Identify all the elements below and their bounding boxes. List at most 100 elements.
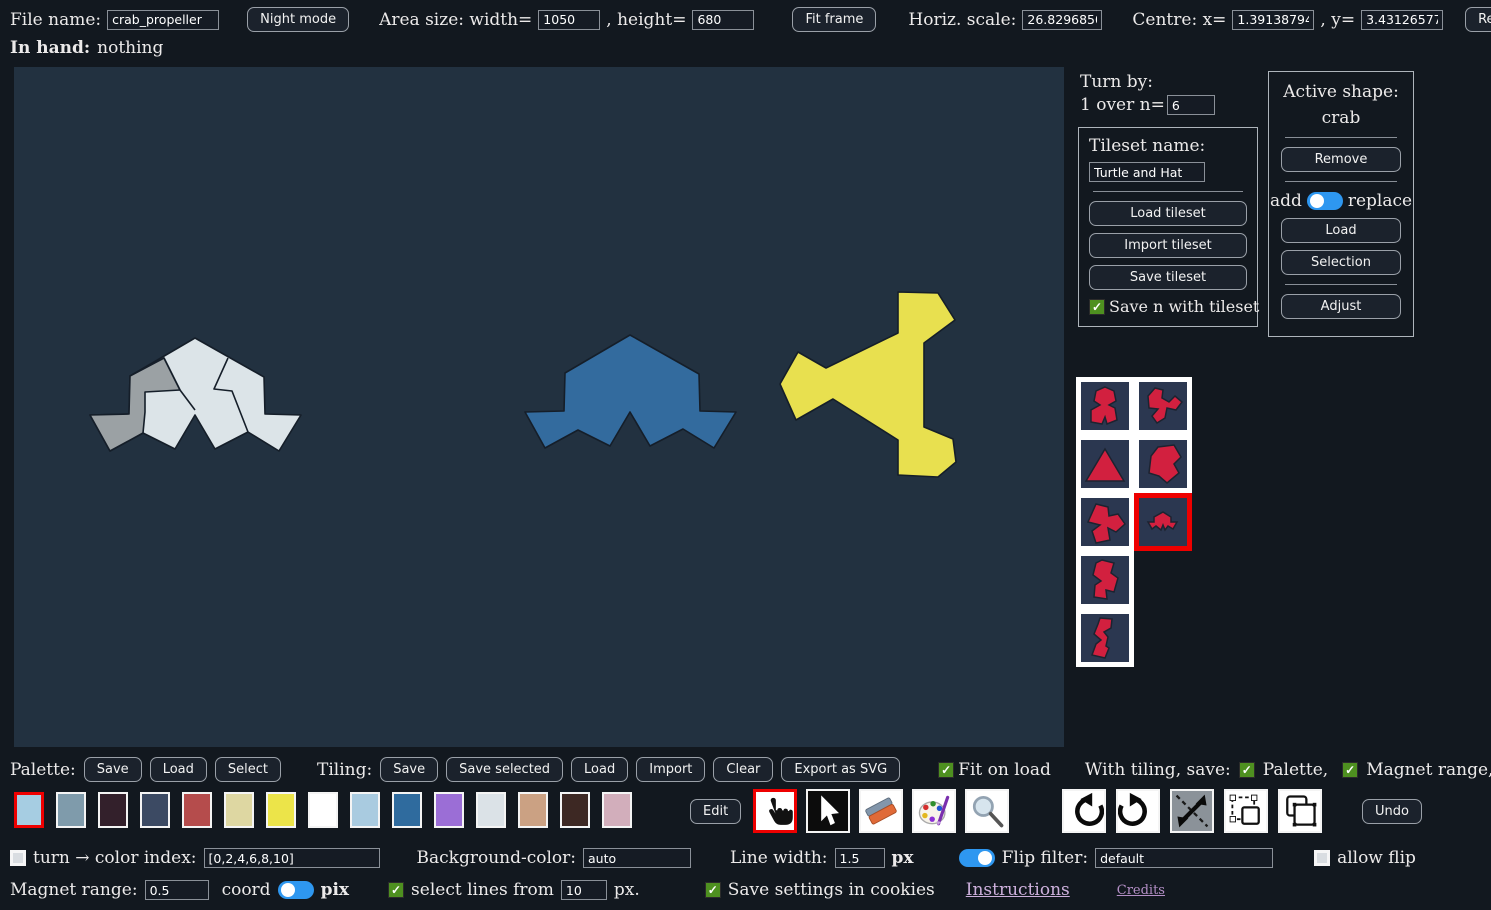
tileset-name-input[interactable] bbox=[1089, 162, 1205, 182]
top-bar: File name: Night mode Area size: width= … bbox=[10, 7, 1491, 32]
horiz-scale-input[interactable] bbox=[1022, 10, 1102, 30]
tile-three-arm-y[interactable] bbox=[1139, 382, 1187, 430]
tile-triangle[interactable] bbox=[1081, 440, 1129, 488]
replace-label: replace bbox=[1348, 191, 1412, 211]
coord-pix-toggle[interactable] bbox=[278, 881, 314, 899]
undo-button[interactable]: Undo bbox=[1362, 799, 1422, 824]
color-swatch-2[interactable] bbox=[98, 792, 128, 828]
hand-tool-button[interactable] bbox=[753, 789, 797, 833]
recentre-button[interactable]: Recentre to [0,0] bbox=[1465, 7, 1491, 32]
turn-color-index-input[interactable] bbox=[204, 848, 380, 868]
tile-turtle[interactable] bbox=[1081, 382, 1129, 430]
tile-z-blob[interactable] bbox=[1081, 614, 1129, 662]
cursor-tool-button[interactable] bbox=[806, 789, 850, 833]
flip-filter-input[interactable] bbox=[1095, 848, 1273, 868]
color-swatch-12[interactable] bbox=[518, 792, 548, 828]
allow-flip-checkbox[interactable] bbox=[1314, 850, 1330, 866]
color-swatch-14[interactable] bbox=[602, 792, 632, 828]
load-tileset-button[interactable]: Load tileset bbox=[1089, 201, 1247, 226]
palette-tool-button[interactable] bbox=[912, 789, 956, 833]
color-swatch-9[interactable] bbox=[392, 792, 422, 828]
export-svg-button[interactable]: Export as SVG bbox=[781, 757, 900, 782]
color-swatch-5[interactable] bbox=[224, 792, 254, 828]
flip-tool-button[interactable] bbox=[1170, 789, 1214, 833]
selection-button[interactable]: Selection bbox=[1281, 250, 1401, 275]
magnet-range-input[interactable] bbox=[145, 880, 209, 900]
fit-frame-button[interactable]: Fit frame bbox=[792, 7, 876, 32]
select-lines-label: select lines from bbox=[411, 880, 554, 900]
select-lines-input[interactable] bbox=[561, 880, 607, 900]
color-swatch-11[interactable] bbox=[476, 792, 506, 828]
fit-on-load-checkbox[interactable]: ✓ bbox=[938, 762, 954, 778]
tile-crab[interactable] bbox=[1139, 498, 1187, 546]
night-mode-button[interactable]: Night mode bbox=[247, 7, 349, 32]
transform-selection-tool-button[interactable] bbox=[1224, 789, 1268, 833]
turn-over-label: 1 over n= bbox=[1080, 95, 1165, 115]
color-swatch-3[interactable] bbox=[140, 792, 170, 828]
save-palette-checkbox[interactable]: ✓ bbox=[1239, 762, 1255, 778]
with-tiling-save-label: With tiling, save: bbox=[1085, 760, 1231, 780]
rotate-cw-tool-button[interactable] bbox=[1116, 789, 1160, 833]
flip-filter-label: Flip filter: bbox=[1002, 848, 1088, 868]
select-lines-checkbox[interactable]: ✓ bbox=[388, 882, 404, 898]
save-tileset-button[interactable]: Save tileset bbox=[1089, 265, 1247, 290]
add-replace-toggle[interactable] bbox=[1307, 192, 1343, 210]
edit-palette-button[interactable]: Edit bbox=[690, 799, 741, 824]
instructions-link[interactable]: Instructions bbox=[966, 880, 1070, 900]
color-swatch-8[interactable] bbox=[350, 792, 380, 828]
color-swatch-7[interactable] bbox=[308, 792, 338, 828]
area-width-input[interactable] bbox=[538, 10, 600, 30]
blue-crab-shape bbox=[525, 335, 736, 448]
tiling-import-button[interactable]: Import bbox=[636, 757, 705, 782]
color-swatch-6[interactable] bbox=[266, 792, 296, 828]
line-width-input[interactable] bbox=[835, 848, 885, 868]
adjust-button[interactable]: Adjust bbox=[1281, 294, 1401, 319]
color-swatch-1[interactable] bbox=[56, 792, 86, 828]
save-magnet-label: Magnet range, bbox=[1366, 760, 1491, 780]
rotate-ccw-tool-button[interactable] bbox=[1062, 789, 1106, 833]
flip-diagonal-icon bbox=[1172, 791, 1212, 831]
save-n-checkbox[interactable]: ✓ bbox=[1089, 299, 1105, 315]
color-swatch-13[interactable] bbox=[560, 792, 590, 828]
load-shape-button[interactable]: Load bbox=[1281, 218, 1401, 243]
tiling-clear-button[interactable]: Clear bbox=[713, 757, 773, 782]
palette-save-button[interactable]: Save bbox=[84, 757, 142, 782]
tiling-load-button[interactable]: Load bbox=[571, 757, 628, 782]
eraser-tool-button[interactable] bbox=[859, 789, 903, 833]
yellow-propeller-shape bbox=[780, 292, 956, 477]
file-name-input[interactable] bbox=[107, 10, 219, 30]
turn-n-input[interactable] bbox=[1167, 95, 1215, 115]
tile-three-lobe[interactable] bbox=[1081, 498, 1129, 546]
drawing-canvas[interactable] bbox=[14, 67, 1064, 747]
centre-y-input[interactable] bbox=[1361, 10, 1443, 30]
cookies-checkbox[interactable]: ✓ bbox=[705, 882, 721, 898]
cookies-label: Save settings in cookies bbox=[728, 880, 935, 900]
turn-color-index-checkbox[interactable] bbox=[10, 850, 26, 866]
flip-filter-toggle[interactable] bbox=[959, 849, 995, 867]
color-swatch-0[interactable] bbox=[14, 792, 44, 828]
background-color-input[interactable] bbox=[583, 848, 691, 868]
active-shape-label: Active shape: bbox=[1281, 82, 1401, 102]
import-tileset-button[interactable]: Import tileset bbox=[1089, 233, 1247, 258]
save-magnet-checkbox[interactable]: ✓ bbox=[1342, 762, 1358, 778]
tiling-save-selected-button[interactable]: Save selected bbox=[446, 757, 563, 782]
credits-link[interactable]: Credits bbox=[1117, 883, 1165, 898]
palette-select-button[interactable]: Select bbox=[215, 757, 281, 782]
duplicate-tool-button[interactable] bbox=[1278, 789, 1322, 833]
magnifier-tool-button[interactable] bbox=[965, 789, 1009, 833]
tile-s-blob[interactable] bbox=[1081, 556, 1129, 604]
remove-shape-button[interactable]: Remove bbox=[1281, 147, 1401, 172]
color-swatch-4[interactable] bbox=[182, 792, 212, 828]
options-row: turn → color index: Background-color: Li… bbox=[10, 848, 1416, 868]
file-name-label: File name: bbox=[10, 10, 101, 30]
tile-thumbnails bbox=[1076, 377, 1192, 667]
palette-load-button[interactable]: Load bbox=[150, 757, 207, 782]
centre-x-input[interactable] bbox=[1232, 10, 1314, 30]
area-height-input[interactable] bbox=[692, 10, 754, 30]
magnifier-icon bbox=[967, 791, 1007, 831]
tool-group-2 bbox=[1062, 789, 1322, 833]
tile-pentagon-blob[interactable] bbox=[1139, 440, 1187, 488]
save-n-label: Save n with tileset bbox=[1109, 297, 1259, 316]
tiling-save-button[interactable]: Save bbox=[380, 757, 438, 782]
color-swatch-10[interactable] bbox=[434, 792, 464, 828]
